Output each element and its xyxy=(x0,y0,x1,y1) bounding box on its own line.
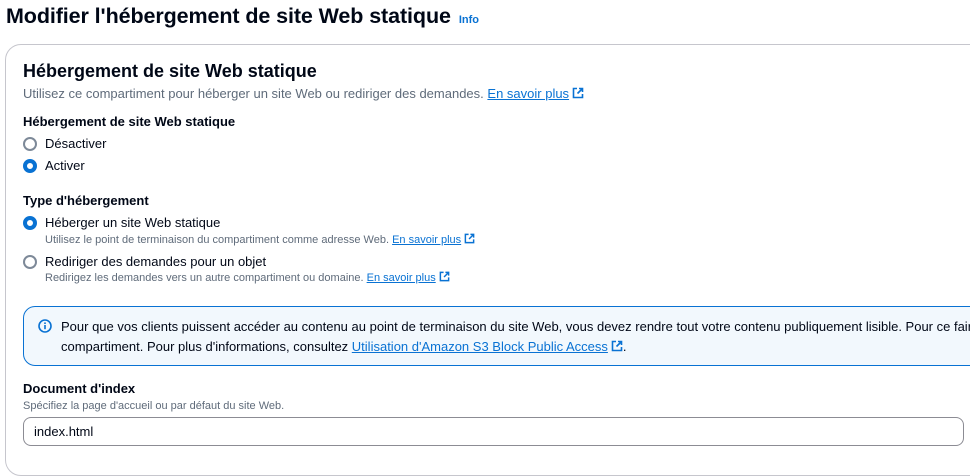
page-title: Modifier l'hébergement de site Web stati… xyxy=(6,4,451,28)
radio-button[interactable] xyxy=(23,136,37,151)
radio-label: Rediriger des demandes pour un objet xyxy=(45,254,267,269)
container-title: Hébergement de site Web statique xyxy=(23,61,317,81)
radio-description: Redirigez les demandes vers un autre com… xyxy=(45,271,450,284)
learn-more-link[interactable]: En savoir plus xyxy=(367,271,450,284)
page-header: Modifier l'hébergement de site Web stati… xyxy=(6,4,479,29)
container-description: Utilisez ce compartiment pour héberger u… xyxy=(23,86,584,101)
radio-label: Activer xyxy=(45,158,85,173)
external-link-icon xyxy=(572,87,584,99)
hosting-type-label: Type d'hébergement xyxy=(23,193,149,208)
radio-redirect-requests[interactable]: Rediriger des demandes pour un objet xyxy=(23,254,266,269)
alert-message: Pour que vos clients puissent accéder au… xyxy=(61,317,970,357)
radio-label: Désactiver xyxy=(45,136,107,151)
radio-host-static-site[interactable]: Héberger un site Web statique xyxy=(23,215,220,230)
index-document-label: Document d'index xyxy=(23,381,136,396)
static-hosting-label: Hébergement de site Web statique xyxy=(23,114,236,129)
radio-button-checked[interactable] xyxy=(23,215,37,230)
info-circle-icon xyxy=(38,319,52,333)
radio-button[interactable] xyxy=(23,254,37,269)
info-alert: Pour que vos clients puissent accéder au… xyxy=(23,306,970,366)
container-description-text: Utilisez ce compartiment pour héberger u… xyxy=(23,86,484,101)
learn-more-link[interactable]: En savoir plus xyxy=(392,233,475,246)
radio-description: Utilisez le point de terminaison du comp… xyxy=(45,233,475,246)
learn-more-link[interactable]: En savoir plus xyxy=(487,86,584,101)
alert-line-1: Pour que vos clients puissent accéder au… xyxy=(61,319,970,334)
index-document-input[interactable] xyxy=(23,417,964,446)
external-link-icon xyxy=(464,233,475,244)
alert-line-2: compartiment. Pour plus d'informations, … xyxy=(61,339,627,354)
radio-disable[interactable]: Désactiver xyxy=(23,136,106,151)
radio-button-checked[interactable] xyxy=(23,158,37,173)
radio-enable[interactable]: Activer xyxy=(23,158,85,173)
radio-label: Héberger un site Web statique xyxy=(45,215,221,230)
info-link[interactable]: Info xyxy=(459,14,479,26)
external-link-icon xyxy=(611,340,623,352)
external-link-icon xyxy=(439,271,450,282)
index-document-description: Spécifiez la page d'accueil ou par défau… xyxy=(23,400,285,412)
block-public-access-link[interactable]: Utilisation d'Amazon S3 Block Public Acc… xyxy=(352,339,623,354)
